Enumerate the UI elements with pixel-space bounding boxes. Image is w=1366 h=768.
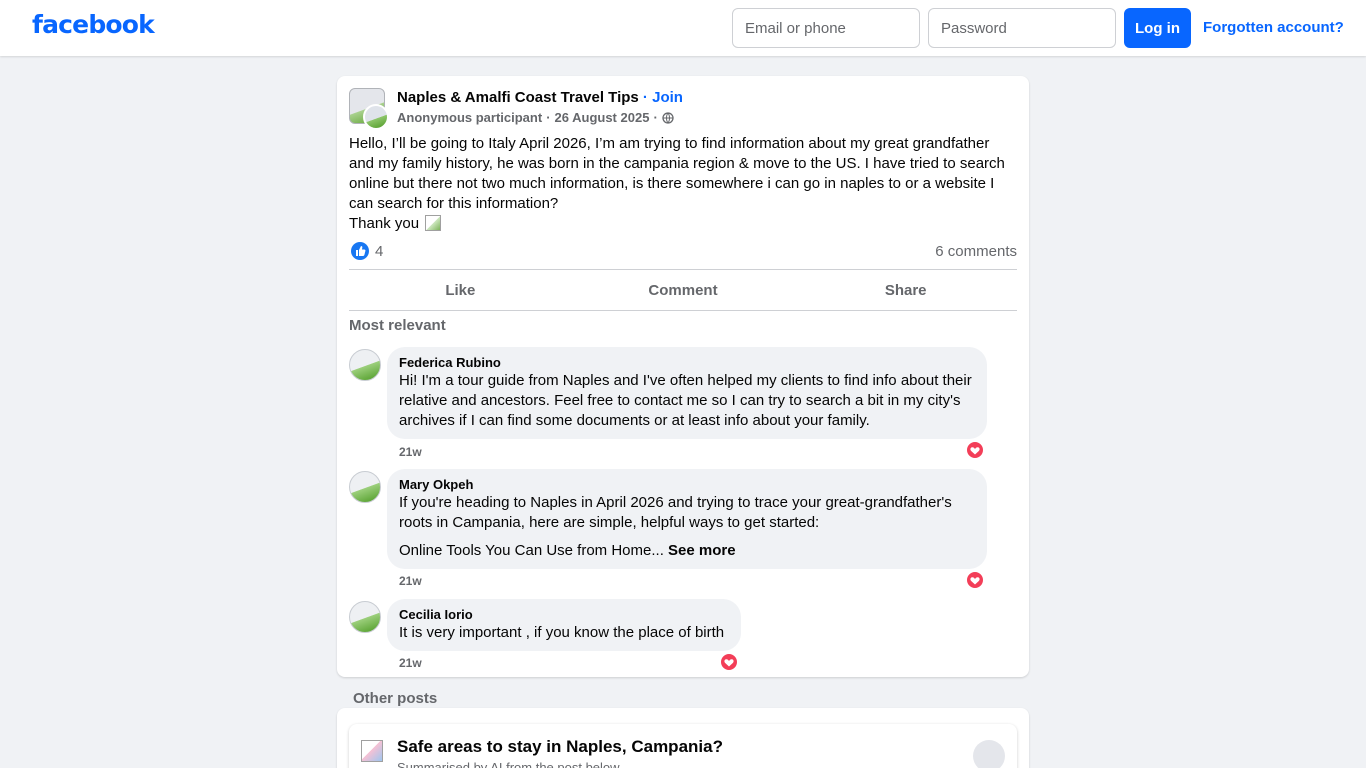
comment-text-preview: Online Tools You Can Use from Home...	[399, 542, 664, 559]
comment-author[interactable]: Mary Okpeh	[399, 477, 975, 493]
reactions-row: 4 6 comments	[349, 240, 1017, 264]
comment-bubble: Mary Okpeh If you're heading to Naples i…	[387, 469, 987, 569]
comment-sort-label[interactable]: Most relevant	[349, 317, 446, 334]
post-meta: Anonymous participant · 26 August 2025 ·	[397, 110, 674, 125]
comment: Federica Rubino Hi! I'm a tour guide fro…	[349, 347, 989, 459]
globe-icon	[662, 111, 674, 124]
heart-icon[interactable]	[966, 441, 984, 459]
like-button[interactable]: Like	[349, 270, 572, 310]
email-field[interactable]	[732, 8, 920, 48]
comments-count[interactable]: 6 comments	[935, 243, 1017, 260]
share-button[interactable]: Share	[794, 270, 1017, 310]
join-link[interactable]: Join	[652, 89, 683, 106]
post-author: Anonymous participant	[397, 110, 543, 125]
post-text: Hello, I’ll be going to Italy April 2026…	[349, 135, 1005, 212]
comment-bubble: Federica Rubino Hi! I'm a tour guide fro…	[387, 347, 987, 439]
comment-text: If you're heading to Naples in April 202…	[399, 494, 952, 531]
comment-text: It is very important , if you know the p…	[399, 624, 725, 641]
comment-author[interactable]: Cecilia Iorio	[399, 607, 729, 623]
post-card: Naples & Amalfi Coast Travel Tips · Join…	[337, 76, 1029, 677]
meta-separator: ·	[653, 110, 658, 125]
post-body: Hello, I’ll be going to Italy April 2026…	[349, 134, 1017, 234]
comment-text: Hi! I'm a tour guide from Naples and I'v…	[399, 372, 972, 429]
other-posts-label: Other posts	[353, 690, 438, 707]
more-options-button[interactable]	[973, 740, 1005, 768]
meta-separator: ·	[546, 110, 551, 125]
author-avatar	[363, 104, 389, 130]
other-post-item[interactable]: Safe areas to stay in Naples, Campania? …	[349, 724, 1017, 768]
post-thanks: Thank you	[349, 215, 420, 232]
action-bar: Like Comment Share	[349, 269, 1017, 311]
separator: ·	[638, 89, 653, 106]
avatar[interactable]	[349, 471, 381, 503]
avatar[interactable]	[349, 601, 381, 633]
comment-bubble: Cecilia Iorio It is very important , if …	[387, 599, 741, 651]
broken-emoji-image	[425, 215, 442, 231]
post-thumbnail	[361, 740, 383, 762]
comment-time[interactable]: 21w	[399, 445, 422, 459]
post-date[interactable]: 26 August 2025	[555, 110, 650, 125]
heart-icon[interactable]	[966, 571, 984, 589]
avatar[interactable]	[349, 349, 381, 381]
other-post-title[interactable]: Safe areas to stay in Naples, Campania?	[397, 737, 723, 757]
heart-icon[interactable]	[720, 653, 738, 671]
post-thanks-line: Thank you	[349, 214, 1017, 234]
reaction-count[interactable]: 4	[375, 243, 383, 260]
top-bar: facebook Log in Forgotten account?	[0, 0, 1366, 56]
group-avatar[interactable]	[349, 88, 389, 130]
group-title-line: Naples & Amalfi Coast Travel Tips · Join	[397, 89, 683, 106]
comment-time[interactable]: 21w	[399, 656, 422, 670]
comment: Mary Okpeh If you're heading to Naples i…	[349, 469, 989, 589]
comment-author[interactable]: Federica Rubino	[399, 355, 975, 371]
other-posts-card: Safe areas to stay in Naples, Campania? …	[337, 708, 1029, 768]
password-field[interactable]	[928, 8, 1116, 48]
comment-text-more: Online Tools You Can Use from Home... Se…	[399, 541, 975, 561]
comment: Cecilia Iorio It is very important , if …	[349, 599, 989, 674]
other-post-subtitle: Summarised by AI from the post below	[397, 760, 620, 768]
like-reaction-icon[interactable]	[351, 242, 369, 260]
login-button[interactable]: Log in	[1124, 8, 1191, 48]
see-more-link[interactable]: See more	[668, 542, 736, 559]
facebook-logo[interactable]: facebook	[32, 10, 155, 39]
comment-time[interactable]: 21w	[399, 574, 422, 588]
comment-button[interactable]: Comment	[572, 270, 795, 310]
group-name-link[interactable]: Naples & Amalfi Coast Travel Tips	[397, 89, 639, 106]
forgotten-account-link[interactable]: Forgotten account?	[1203, 19, 1344, 36]
